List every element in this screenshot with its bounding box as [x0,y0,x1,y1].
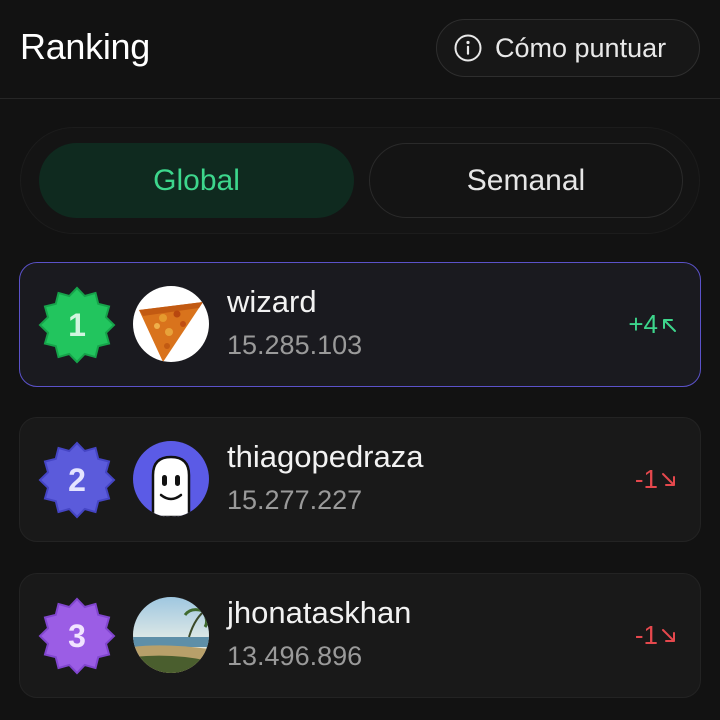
arrow-down-right-icon [662,472,675,486]
username: wizard [227,284,317,319]
rank-number: 3 [68,618,86,654]
star-badge-icon: 3 [38,597,116,675]
rank-change-value: +4 [628,309,658,339]
rank-change: -1 [635,620,678,651]
username: jhonataskhan [227,595,412,630]
pizza-avatar[interactable] [133,286,209,362]
rank-change-value: -1 [634,620,658,650]
rank-change-value: -1 [634,464,658,494]
ranking-row-2[interactable]: 2 thiagopedraza 15.277.227 -1 [19,417,701,542]
rank-change: +4 [628,309,678,340]
ranking-tabs: Global Semanal [20,127,700,234]
username: thiagopedraza [227,439,424,474]
rank-number: 1 [68,307,86,343]
rank-2-badge: 2 [38,441,116,519]
rank-3-badge: 3 [38,597,116,675]
arrow-down-right-icon [662,628,675,642]
ranking-row-1[interactable]: 1 wizard 15.285.103 +4 [19,262,701,387]
beach-avatar[interactable] [133,597,209,673]
arrow-up-left-icon [663,318,676,332]
header: Ranking Cómo puntuar [0,0,720,99]
how-to-score-button[interactable]: Cómo puntuar [436,19,700,77]
rank-1-badge: 1 [38,286,116,364]
info-icon [454,34,482,62]
score: 15.285.103 [227,330,363,360]
page-title: Ranking [20,26,150,67]
ghost-avatar[interactable] [133,441,209,517]
score: 15.277.227 [227,485,363,515]
star-badge-icon: 2 [38,441,116,519]
score: 13.496.896 [227,641,363,671]
star-badge-icon: 1 [38,286,116,364]
tab-weekly[interactable]: Semanal [369,143,683,218]
tab-global[interactable]: Global [39,143,354,218]
ranking-row-3[interactable]: 3 jhonataskhan 13.496.896 -1 [19,573,701,698]
how-to-score-label: Cómo puntuar [495,32,667,63]
rank-change: -1 [635,464,678,495]
rank-number: 2 [68,462,86,498]
